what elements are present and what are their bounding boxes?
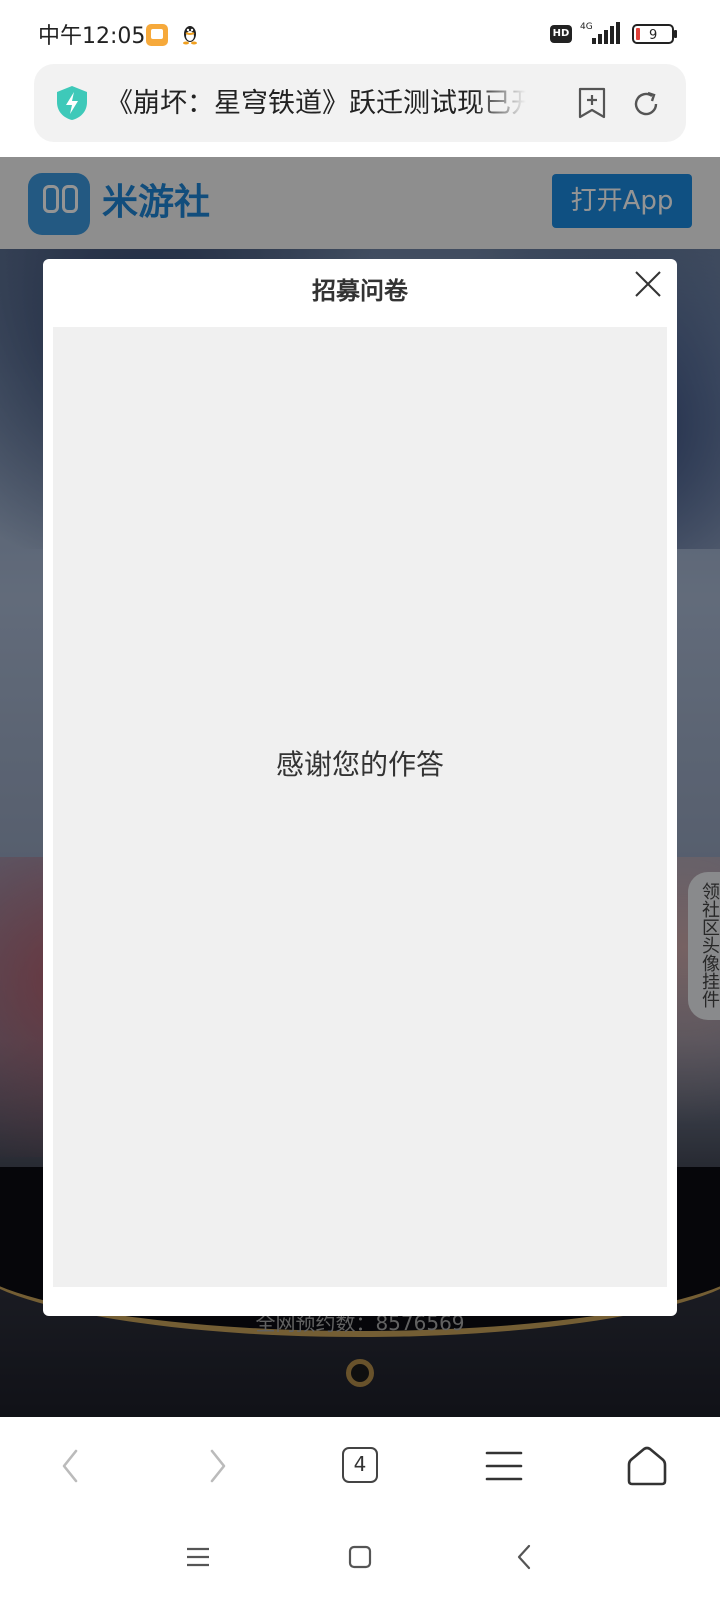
recent-apps-icon[interactable] [178,1537,218,1577]
system-back-icon[interactable] [505,1537,545,1577]
tab-count: 4 [342,1447,378,1483]
tabs-button[interactable]: 4 [335,1441,385,1491]
browser-toolbar: 4 [0,1417,720,1517]
page-title[interactable]: 《崩坏：星穹铁道》跃迁测试现已开启 [106,86,526,122]
notes-app-icon [146,24,168,46]
address-bar[interactable]: 《崩坏：星穹铁道》跃迁测试现已开启 [34,64,686,142]
thanks-message: 感谢您的作答 [275,748,444,781]
add-bookmark-icon[interactable] [576,86,608,120]
qq-penguin-icon [183,26,197,45]
security-shield-icon [57,86,87,120]
close-icon[interactable] [633,269,663,299]
survey-content: 感谢您的作答 [53,327,667,1287]
battery-level: 9 [649,28,657,43]
system-home-icon[interactable] [340,1537,380,1577]
status-bar: 中午12:05 HD 4G 9 [0,0,720,62]
hd-badge: HD [550,25,572,43]
modal-title: 招募问卷 [312,277,408,305]
signal-icon: 4G [580,22,620,44]
battery-icon: 9 [632,24,678,44]
network-type-label: 4G [580,22,593,32]
refresh-icon[interactable] [630,88,662,120]
back-icon[interactable] [46,1441,96,1491]
survey-modal: 招募问卷 感谢您的作答 [43,259,677,1316]
menu-icon[interactable] [479,1441,529,1491]
status-time: 中午12:05 [38,24,146,49]
system-nav-bar [0,1517,720,1600]
forward-icon[interactable] [192,1441,242,1491]
home-icon[interactable] [622,1441,672,1491]
